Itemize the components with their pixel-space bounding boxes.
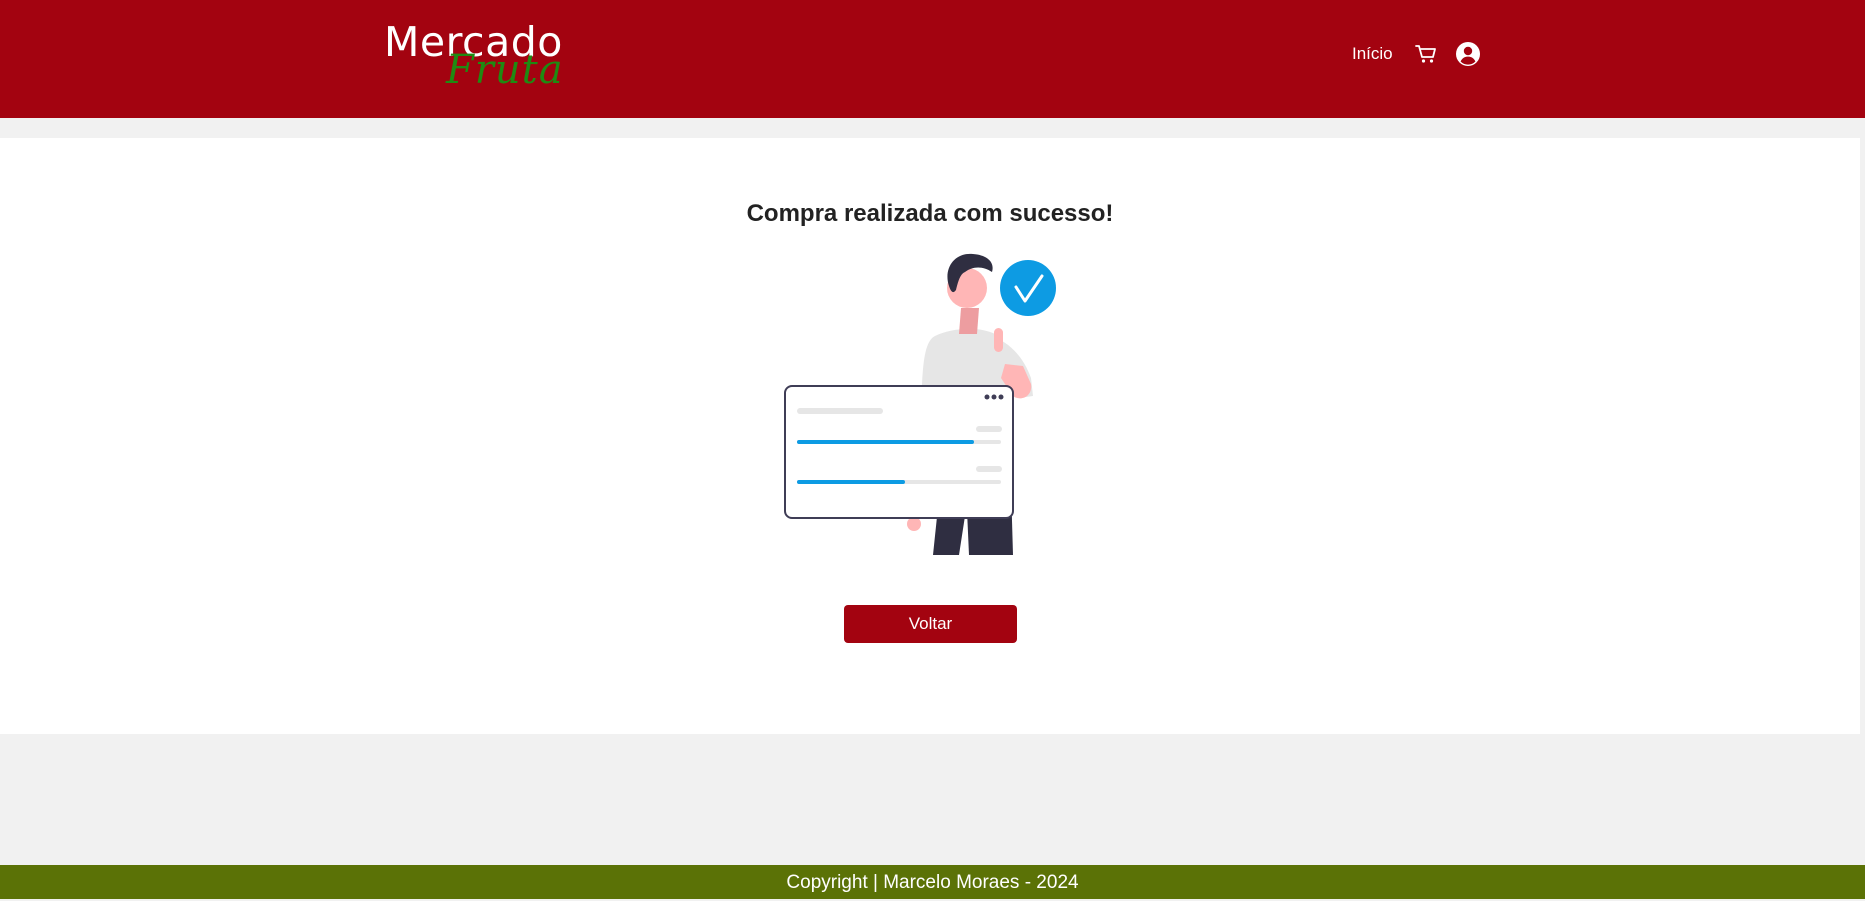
page-title: Compra realizada com sucesso! xyxy=(746,200,1114,227)
user-circle-icon[interactable] xyxy=(1455,41,1481,67)
cart-icon[interactable] xyxy=(1413,41,1439,67)
back-button[interactable]: Voltar xyxy=(844,605,1017,643)
brand-logo[interactable]: Mercado Fruta xyxy=(384,18,584,93)
main-nav: Início xyxy=(1352,38,1481,70)
success-checkmark-person-illustration xyxy=(783,250,1083,562)
site-header: Mercado Fruta Início xyxy=(0,0,1865,118)
site-footer: Copyright | Marcelo Moraes - 2024 xyxy=(0,865,1865,899)
nav-home-link[interactable]: Início xyxy=(1352,44,1393,64)
brand-name-script: Fruta xyxy=(446,47,564,93)
copyright-text: Copyright | Marcelo Moraes - 2024 xyxy=(786,872,1079,893)
confirmation-card: Compra realizada com sucesso! Voltar xyxy=(0,138,1860,734)
